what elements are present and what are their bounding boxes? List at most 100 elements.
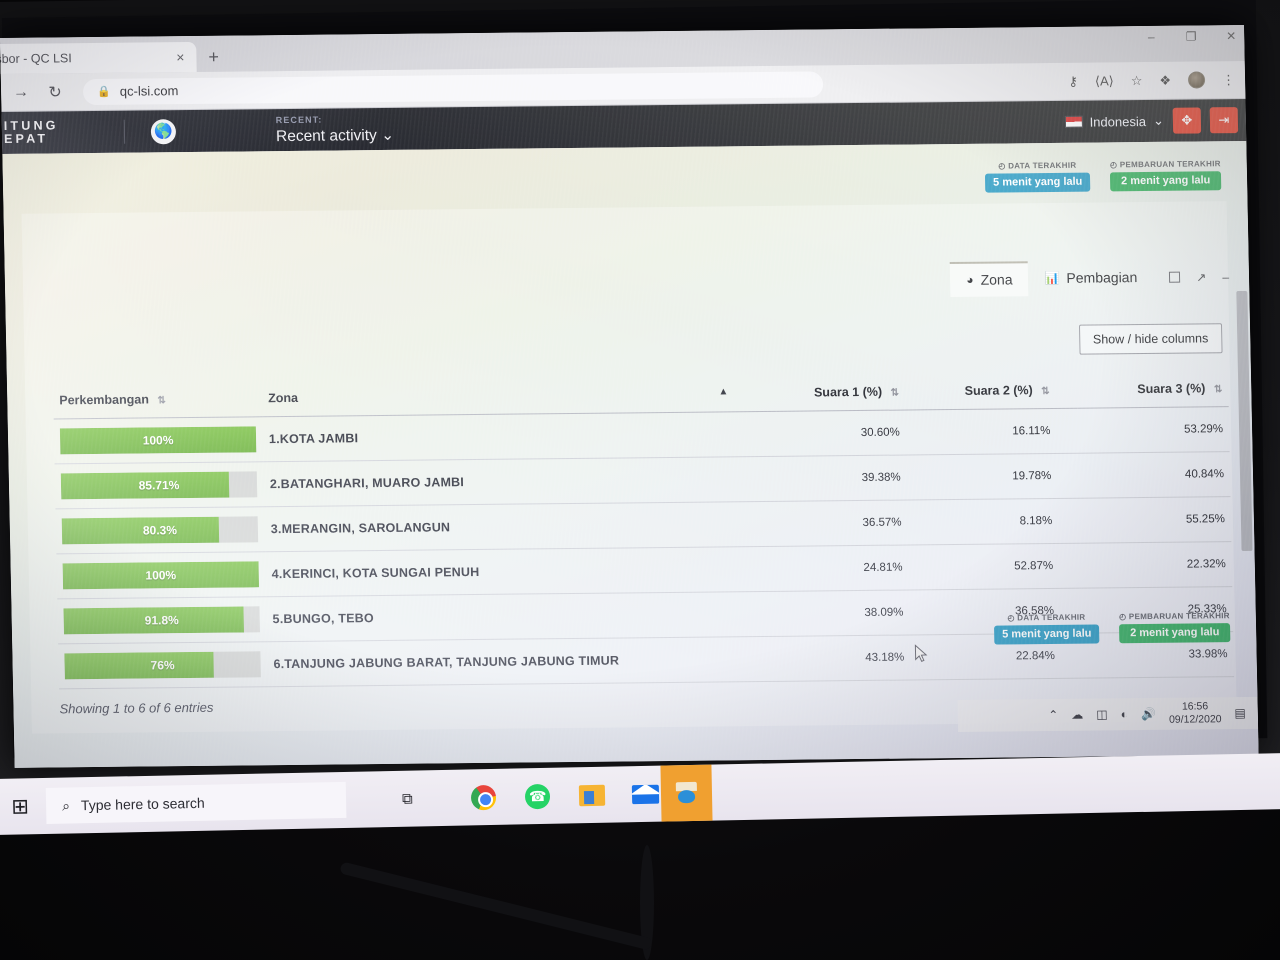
wifi-icon[interactable]: ◐ <box>1121 707 1129 721</box>
bar-chart-icon: 📊 <box>1044 270 1060 286</box>
data-terakhir-stat-bottom: ◴ DATA TERAKHIR 5 menit yang lalu <box>993 612 1100 645</box>
page-body: ◴ DATA TERAKHIR 5 menit yang lalu ◴ PEMB… <box>2 140 1259 768</box>
action-center-icon[interactable]: ▤ <box>1234 706 1246 720</box>
reload-icon[interactable]: ↻ <box>45 82 65 102</box>
recent-activity-menu[interactable]: RECENT: Recent activity ⌄ <box>276 113 395 145</box>
profile-avatar-icon[interactable] <box>1187 71 1206 89</box>
header-suara-3[interactable]: Suara 3 (%) ⇅ <box>1077 373 1229 409</box>
header-perkembangan[interactable]: Perkembangan ⇅ <box>52 383 263 419</box>
suara-1-cell: 36.57% <box>778 499 931 547</box>
globe-icon[interactable]: 🌎 <box>150 118 177 144</box>
photo-scene: SONY asbor - QC LSI × + – ❐ ✕ → ↻ <box>0 0 1280 960</box>
zona-cell: 4.KERINCI, KOTA SUNGAI PENUH <box>265 546 781 597</box>
recent-value: Recent activity ⌄ <box>275 126 395 145</box>
page-scrollbar[interactable] <box>1236 290 1253 552</box>
suara-2-cell: 16.11% <box>927 408 1079 455</box>
close-window-icon[interactable]: ✕ <box>1224 29 1238 43</box>
suara-2-cell: 52.87% <box>930 543 1082 590</box>
data-terakhir-stat: ◴ DATA TERAKHIR 5 menit yang lalu <box>984 160 1091 193</box>
close-icon[interactable]: × <box>172 49 189 65</box>
progress-label: 76% <box>150 658 175 673</box>
pembaruan-terakhir-caption: ◴ PEMBARUAN TERAKHIR <box>1118 611 1230 622</box>
new-tab-button[interactable]: + <box>208 47 219 68</box>
card-maximize-icon[interactable] <box>1169 271 1181 283</box>
cloud-app-icon[interactable] <box>660 764 713 822</box>
suara-2-cell: 19.78% <box>928 453 1080 500</box>
chrome-icon[interactable] <box>468 782 499 813</box>
chevron-down-icon: ⌄ <box>1152 112 1165 128</box>
suara-3-cell: 40.84% <box>1078 451 1231 499</box>
language-selector[interactable]: Indonesia ⌄ <box>1064 113 1164 130</box>
whatsapp-icon[interactable]: ☎ <box>522 781 553 812</box>
tab-pembagian[interactable]: 📊 Pembagian <box>1028 261 1153 295</box>
battery-icon[interactable]: ◫ <box>1096 707 1108 721</box>
browser-tab[interactable]: asbor - QC LSI × <box>0 41 197 75</box>
task-view-button[interactable]: ⧉ <box>402 790 413 807</box>
system-tray: ⌃ ☁ ◫ ◐ 🔊 16:56 09/12/2020 ▤ <box>957 696 1259 732</box>
forward-icon[interactable]: → <box>11 83 31 101</box>
bookmark-star-icon[interactable]: ☆ <box>1131 73 1143 89</box>
suara-1-cell: 30.60% <box>776 409 929 457</box>
translate-icon[interactable]: ⟨A⟩ <box>1095 73 1114 89</box>
onedrive-icon[interactable]: ☁ <box>1071 708 1083 722</box>
progress-bar: 100% <box>59 426 257 455</box>
suara-1-cell: 38.09% <box>780 589 932 637</box>
pembaruan-terakhir-caption: ◴ PEMBARUAN TERAKHIR <box>1109 159 1221 170</box>
data-terakhir-caption: ◴ DATA TERAKHIR <box>998 160 1077 171</box>
zona-cell: 3.MERANGIN, SAROLANGUN <box>264 501 780 552</box>
search-placeholder: Type here to search <box>80 794 205 814</box>
header-suara-1[interactable]: Suara 1 (%) ⇅ <box>776 376 928 412</box>
status-row-top: ◴ DATA TERAKHIR 5 menit yang lalu ◴ PEMB… <box>984 159 1222 193</box>
mail-icon[interactable] <box>630 779 661 810</box>
data-terakhir-caption: ◴ DATA TERAKHIR <box>1007 612 1086 623</box>
address-bar[interactable]: 🔒 qc-lsi.com <box>82 70 824 105</box>
minimize-icon[interactable]: – <box>1144 30 1158 44</box>
zona-cell: 1.KOTA JAMBI <box>262 411 778 462</box>
progress-cell: 91.8% <box>57 596 268 644</box>
sort-icon: ⇅ <box>157 395 166 407</box>
navbar-divider <box>123 119 126 144</box>
progress-bar: 80.3% <box>61 516 259 545</box>
recent-label: RECENT: <box>275 114 323 125</box>
logout-button[interactable]: ⇥ <box>1209 107 1239 134</box>
header-zona[interactable]: Zona ▲ <box>261 377 777 417</box>
zona-name: 2.BATANGHARI, MUARO JAMBI <box>269 475 465 492</box>
card-minimize-icon[interactable]: – <box>1222 270 1229 284</box>
progress-cell: 85.71% <box>54 461 265 509</box>
progress-label: 100% <box>145 568 177 583</box>
start-button[interactable]: ⊞ <box>0 793 46 819</box>
suara-1-cell: 43.18% <box>781 634 933 682</box>
data-terakhir-badge: 5 menit yang lalu <box>984 172 1091 193</box>
progress-cell: 100% <box>53 416 264 464</box>
progress-bar: 100% <box>62 561 260 590</box>
search-input[interactable]: ⌕ Type here to search <box>45 781 347 824</box>
brand-logo: ITUNG EPAT <box>2 119 115 146</box>
show-hide-columns-button[interactable]: Show / hide columns <box>1078 323 1223 355</box>
tray-time: 16:56 <box>1181 700 1209 714</box>
header-suara-2[interactable]: Suara 2 (%) ⇅ <box>926 374 1078 410</box>
chrome-menu-icon[interactable]: ⋮ <box>1222 72 1235 88</box>
card-expand-icon[interactable]: ↗ <box>1196 270 1206 284</box>
zona-cell: 5.BUNGO, TEBO <box>266 591 782 642</box>
volume-icon[interactable]: 🔊 <box>1141 707 1156 721</box>
progress-label: 80.3% <box>142 523 178 538</box>
tab-zona[interactable]: ◕ Zona <box>949 261 1029 298</box>
password-key-icon[interactable]: ⚷ <box>1068 73 1078 89</box>
maximize-icon[interactable]: ❐ <box>1184 29 1198 43</box>
tray-clock[interactable]: 16:56 09/12/2020 <box>1169 701 1222 727</box>
tab-pembagian-label: Pembagian <box>1066 269 1138 286</box>
suara-1-cell: 24.81% <box>779 544 931 592</box>
browser-tab-title: asbor - QC LSI <box>0 51 72 67</box>
fullscreen-button[interactable]: ✥ <box>1172 107 1202 134</box>
progress-bar: 91.8% <box>63 606 260 635</box>
progress-label: 91.8% <box>144 613 179 628</box>
progress-label: 100% <box>142 433 174 448</box>
tray-chevron-icon[interactable]: ⌃ <box>1048 708 1058 722</box>
progress-cell: 100% <box>56 551 267 599</box>
extensions-puzzle-icon[interactable]: ❖ <box>1159 72 1171 88</box>
tab-zona-label: Zona <box>980 271 1013 288</box>
file-explorer-icon[interactable] <box>576 780 607 811</box>
suara-3-cell: 53.29% <box>1077 406 1230 454</box>
card-window-controls: ↗ – <box>1153 270 1229 285</box>
language-label: Indonesia <box>1089 113 1147 130</box>
